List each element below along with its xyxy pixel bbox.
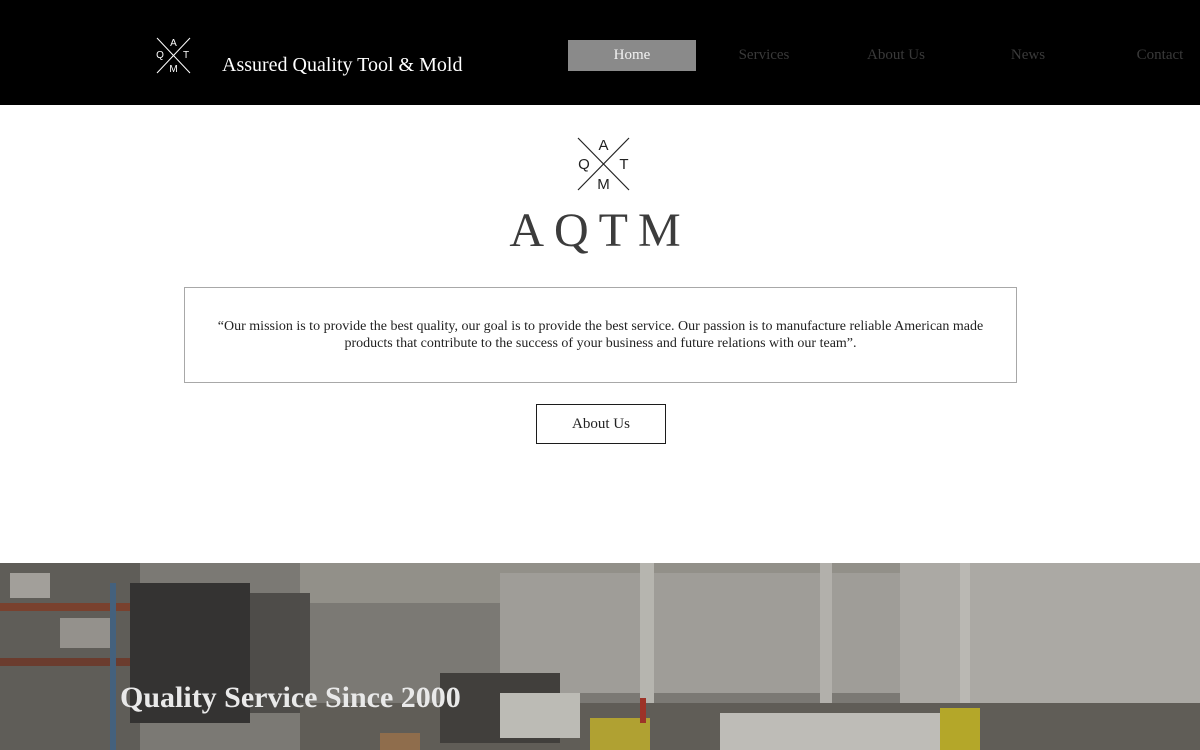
nav-item-home[interactable]: Home (568, 40, 696, 71)
hero-logo-letter-left: Q (578, 156, 590, 173)
aqtm-hero-logo-icon: A Q T M (577, 137, 630, 192)
site-header: A Q T M Assured Quality Tool & Mold Home… (0, 0, 1200, 105)
hero-logo-letter-bottom: M (597, 176, 610, 192)
mission-line-1: “Our mission is to provide the best qual… (217, 319, 984, 334)
nav-item-services[interactable]: Services (700, 40, 828, 71)
hero-logo-letter-right: T (619, 156, 628, 173)
mission-line-2: products that contribute to the success … (344, 336, 857, 351)
workshop-banner: Quality Service Since 2000 (0, 563, 1200, 750)
about-us-button[interactable]: About Us (536, 404, 666, 444)
workshop-photo (0, 563, 1200, 750)
banner-title: Quality Service Since 2000 (120, 681, 461, 714)
logo-letter-right: T (183, 50, 189, 61)
logo-letter-left: Q (156, 50, 164, 61)
logo-letter-top: A (170, 38, 177, 49)
mission-statement: “Our mission is to provide the best qual… (205, 318, 996, 352)
logo-letter-bottom: M (169, 64, 177, 75)
nav-item-about-us[interactable]: About Us (832, 40, 960, 71)
nav-item-news[interactable]: News (964, 40, 1092, 71)
nav-item-contact[interactable]: Contact (1096, 40, 1200, 71)
hero-logo-letter-top: A (598, 137, 608, 154)
brand-name: AQTM (509, 204, 691, 257)
aqtm-logo-icon[interactable]: A Q T M (155, 36, 192, 75)
site-title[interactable]: Assured Quality Tool & Mold (222, 53, 462, 77)
mission-statement-box: “Our mission is to provide the best qual… (184, 287, 1017, 383)
